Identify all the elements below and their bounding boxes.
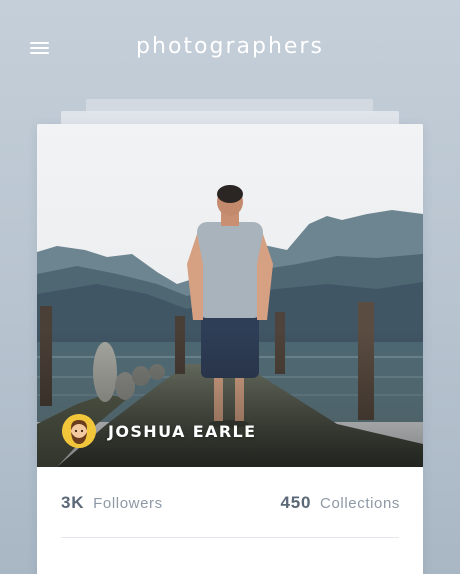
followers-count: 3K xyxy=(61,493,85,512)
top-bar: photographers xyxy=(0,0,460,100)
bearded-man-avatar xyxy=(62,414,96,448)
app-screen: photographers JOSHUA EARLE 3K Followers … xyxy=(0,0,460,574)
collections-label: Collections xyxy=(320,495,400,512)
stacked-card-middle xyxy=(61,111,399,125)
stats-row: 3K Followers 450 Collections xyxy=(37,467,423,537)
photographer-card[interactable]: JOSHUA EARLE 3K Followers 450 Collection… xyxy=(37,124,423,574)
author-badge[interactable]: JOSHUA EARLE xyxy=(62,414,256,448)
author-name: JOSHUA EARLE xyxy=(108,421,257,441)
page-title: photographers xyxy=(136,34,324,59)
collections-stat[interactable]: 450 Collections xyxy=(280,493,400,513)
divider xyxy=(61,537,399,538)
avatar-icon xyxy=(62,414,96,448)
followers-stat[interactable]: 3K Followers xyxy=(61,493,163,513)
followers-label: Followers xyxy=(93,495,163,512)
collections-count: 450 xyxy=(280,493,312,512)
